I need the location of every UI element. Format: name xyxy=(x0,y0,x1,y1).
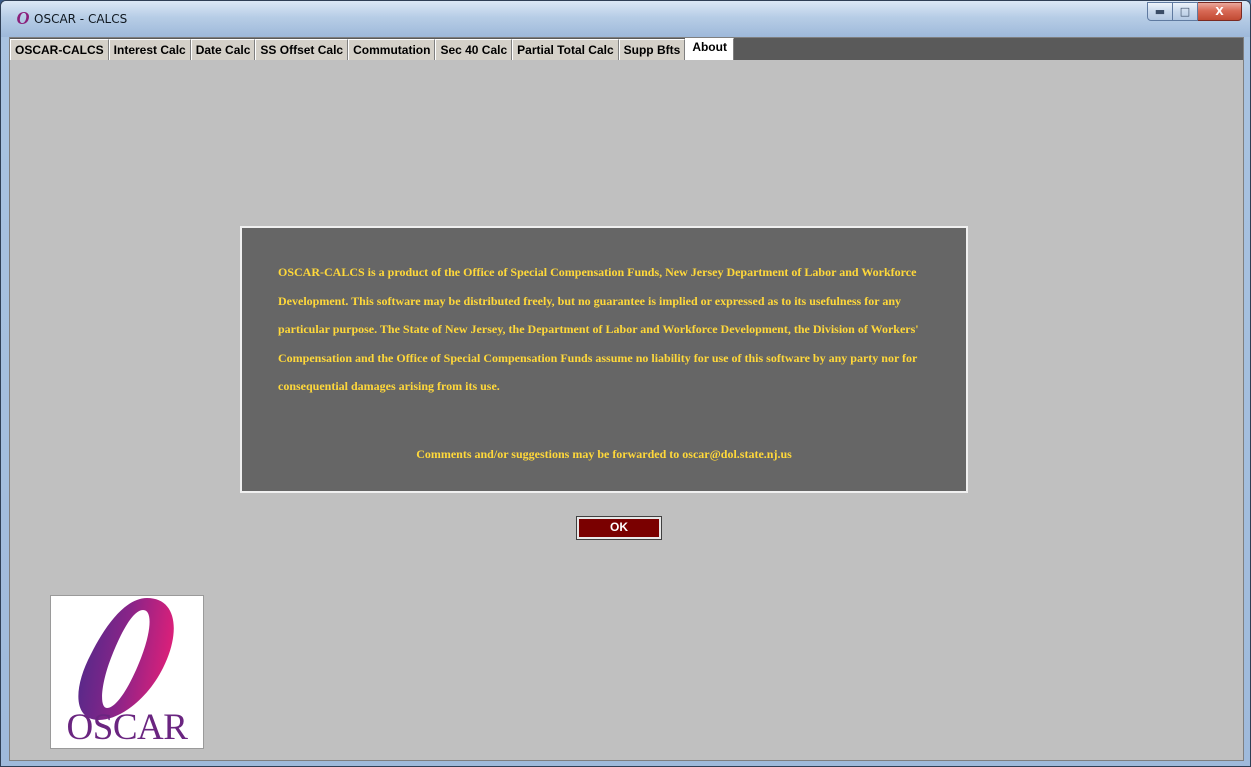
minimize-icon: ▬ xyxy=(1154,5,1166,18)
maximize-button[interactable]: □ xyxy=(1173,2,1198,21)
minimize-button[interactable]: ▬ xyxy=(1147,2,1173,21)
app-window: O OSCAR - CALCS ▬ □ X OSCAR-CALCS Intere… xyxy=(0,0,1251,767)
tab-about[interactable]: About xyxy=(685,38,734,60)
tab-ss-offset-calc[interactable]: SS Offset Calc xyxy=(255,39,349,60)
maximize-icon: □ xyxy=(1179,5,1191,18)
window-title: OSCAR - CALCS xyxy=(34,12,128,26)
tab-oscar-calcs[interactable]: OSCAR-CALCS xyxy=(10,39,109,60)
tab-commutation[interactable]: Commutation xyxy=(348,39,436,60)
title-bar[interactable]: O OSCAR - CALCS ▬ □ X xyxy=(1,1,1250,37)
window-controls: ▬ □ X xyxy=(1147,2,1242,21)
tab-partial-total-calc[interactable]: Partial Total Calc xyxy=(512,39,619,60)
about-message-box: OSCAR-CALCS is a product of the Office o… xyxy=(240,226,968,493)
about-contact-text: Comments and/or suggestions may be forwa… xyxy=(416,447,792,461)
oscar-logo: OSCAR xyxy=(50,595,204,749)
oscar-logo-wordmark: OSCAR xyxy=(66,707,188,748)
oscar-app-icon: O xyxy=(16,8,30,28)
tab-date-calc[interactable]: Date Calc xyxy=(190,39,256,60)
close-icon: X xyxy=(1215,5,1224,18)
about-panel: OSCAR-CALCS is a product of the Office o… xyxy=(10,60,1243,760)
tab-sec-40-calc[interactable]: Sec 40 Calc xyxy=(435,39,513,60)
tab-interest-calc[interactable]: Interest Calc xyxy=(108,39,191,60)
ok-button[interactable]: OK xyxy=(576,516,662,540)
tab-supp-bfts[interactable]: Supp Bfts xyxy=(618,39,686,60)
client-area: OSCAR-CALCS Interest Calc Date Calc SS O… xyxy=(9,37,1244,761)
about-disclaimer-text: OSCAR-CALCS is a product of the Office o… xyxy=(278,265,919,394)
tab-strip: OSCAR-CALCS Interest Calc Date Calc SS O… xyxy=(10,38,1243,60)
close-button[interactable]: X xyxy=(1198,2,1242,21)
